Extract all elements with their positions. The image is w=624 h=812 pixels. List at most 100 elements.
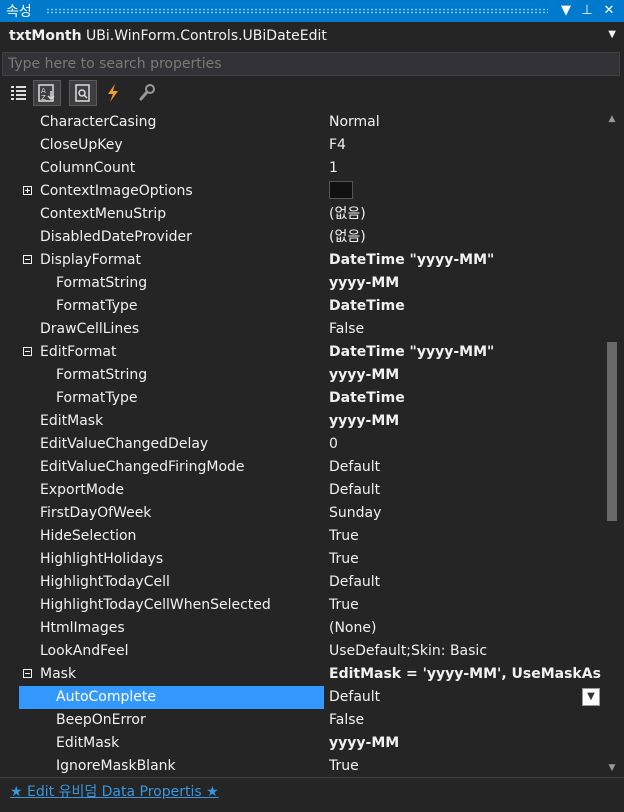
property-name-cell[interactable]: ContextMenuStrip bbox=[19, 203, 324, 226]
property-row[interactable]: HtmlImages (None) bbox=[0, 617, 602, 640]
property-value[interactable]: (없음) bbox=[326, 203, 602, 226]
property-row[interactable]: DisabledDateProvider (없음) bbox=[0, 226, 602, 249]
object-selector[interactable]: txtMonth UBi.WinForm.Controls.UBiDateEdi… bbox=[0, 25, 624, 49]
property-row[interactable]: ContextImageOptions bbox=[0, 180, 602, 203]
property-row[interactable]: DisplayFormat DateTime "yyyy-MM" bbox=[0, 249, 602, 272]
value-dropdown-icon[interactable]: ▼ bbox=[582, 688, 600, 706]
property-name-cell[interactable]: CloseUpKey bbox=[19, 134, 324, 157]
property-row[interactable]: EditMask yyyy-MM bbox=[0, 410, 602, 433]
property-value[interactable]: DateTime bbox=[326, 295, 602, 318]
property-value[interactable]: yyyy-MM bbox=[326, 410, 602, 433]
property-value[interactable]: 0 bbox=[326, 433, 602, 456]
window-position-dropdown-icon[interactable]: ▼ bbox=[555, 0, 577, 22]
property-row[interactable]: Mask EditMask = 'yyyy-MM', UseMaskAsDis bbox=[0, 663, 602, 686]
property-value[interactable]: True bbox=[326, 755, 602, 776]
property-name-cell[interactable]: ExportMode bbox=[19, 479, 324, 502]
property-name-cell[interactable]: DisplayFormat bbox=[19, 249, 324, 272]
property-name-cell[interactable]: HighlightHolidays bbox=[19, 548, 324, 571]
property-value[interactable]: True bbox=[326, 594, 602, 617]
property-value[interactable]: DateTime bbox=[326, 387, 602, 410]
property-row[interactable]: ColumnCount 1 bbox=[0, 157, 602, 180]
property-value[interactable]: Default bbox=[326, 456, 602, 479]
properties-button[interactable] bbox=[69, 80, 97, 106]
property-value[interactable]: DateTime "yyyy-MM" bbox=[326, 249, 602, 272]
property-row[interactable]: FormatString yyyy-MM bbox=[0, 364, 602, 387]
property-name-cell[interactable]: HtmlImages bbox=[19, 617, 324, 640]
property-value[interactable]: (없음) bbox=[326, 226, 602, 249]
property-value[interactable]: 1 bbox=[326, 157, 602, 180]
property-row[interactable]: IgnoreMaskBlank True bbox=[0, 755, 602, 776]
property-name-cell[interactable]: HideSelection bbox=[19, 525, 324, 548]
vertical-scrollbar[interactable]: ▲ ▼ bbox=[603, 111, 621, 776]
property-row[interactable]: CharacterCasing Normal bbox=[0, 111, 602, 134]
property-name-cell[interactable]: ContextImageOptions bbox=[19, 180, 324, 203]
property-value[interactable]: False bbox=[326, 318, 602, 341]
property-name-cell[interactable]: EditMask bbox=[19, 410, 324, 433]
property-row[interactable]: CloseUpKey F4 bbox=[0, 134, 602, 157]
property-row[interactable]: BeepOnError False bbox=[0, 709, 602, 732]
property-value[interactable]: Sunday bbox=[326, 502, 602, 525]
edit-data-properties-link[interactable]: ★ Edit 유비덤 Data Propertis ★ bbox=[10, 781, 219, 801]
property-value[interactable]: DateTime "yyyy-MM" bbox=[326, 341, 602, 364]
property-value[interactable]: False bbox=[326, 709, 602, 732]
property-value[interactable]: True bbox=[326, 548, 602, 571]
property-row[interactable]: FormatString yyyy-MM bbox=[0, 272, 602, 295]
property-name-cell[interactable]: BeepOnError bbox=[19, 709, 324, 732]
property-name-cell[interactable]: HighlightTodayCellWhenSelected bbox=[19, 594, 324, 617]
property-name-cell[interactable]: CharacterCasing bbox=[19, 111, 324, 134]
property-value[interactable]: UseDefault;Skin: Basic bbox=[326, 640, 602, 663]
titlebar-grip[interactable] bbox=[46, 8, 548, 14]
scroll-down-icon[interactable]: ▼ bbox=[603, 760, 621, 776]
chevron-down-icon[interactable]: ▼ bbox=[608, 29, 616, 40]
property-name-cell[interactable]: Mask bbox=[19, 663, 324, 686]
property-value[interactable]: (None) bbox=[326, 617, 602, 640]
property-name-cell[interactable]: IgnoreMaskBlank bbox=[19, 755, 324, 776]
property-value[interactable]: yyyy-MM bbox=[326, 732, 602, 755]
events-button[interactable] bbox=[99, 80, 127, 106]
property-name-cell[interactable]: FormatType bbox=[19, 295, 324, 318]
property-name-cell[interactable]: AutoComplete bbox=[19, 686, 324, 709]
property-value[interactable]: yyyy-MM bbox=[326, 364, 602, 387]
property-name-cell[interactable]: ColumnCount bbox=[19, 157, 324, 180]
property-row[interactable]: HighlightHolidays True bbox=[0, 548, 602, 571]
property-row[interactable]: DrawCellLines False bbox=[0, 318, 602, 341]
property-row[interactable]: HideSelection True bbox=[0, 525, 602, 548]
property-name-cell[interactable]: EditFormat bbox=[19, 341, 324, 364]
property-name-cell[interactable]: LookAndFeel bbox=[19, 640, 324, 663]
property-name-cell[interactable]: HighlightTodayCell bbox=[19, 571, 324, 594]
property-value[interactable]: F4 bbox=[326, 134, 602, 157]
property-row[interactable]: LookAndFeel UseDefault;Skin: Basic bbox=[0, 640, 602, 663]
property-value[interactable]: Default bbox=[326, 479, 602, 502]
property-row[interactable]: EditValueChangedFiringMode Default bbox=[0, 456, 602, 479]
property-row[interactable]: ExportMode Default bbox=[0, 479, 602, 502]
categorized-button[interactable] bbox=[5, 80, 33, 106]
property-value[interactable]: yyyy-MM bbox=[326, 272, 602, 295]
pin-icon[interactable]: ⊥ bbox=[576, 0, 598, 22]
property-name-cell[interactable]: DrawCellLines bbox=[19, 318, 324, 341]
property-value[interactable]: Normal bbox=[326, 111, 602, 134]
scroll-up-icon[interactable]: ▲ bbox=[603, 111, 621, 127]
property-value[interactable]: EditMask = 'yyyy-MM', UseMaskAsDis bbox=[326, 663, 602, 686]
property-row[interactable]: EditFormat DateTime "yyyy-MM" bbox=[0, 341, 602, 364]
property-pages-button[interactable] bbox=[133, 80, 161, 106]
property-name-cell[interactable]: FormatString bbox=[19, 272, 324, 295]
close-icon[interactable]: ✕ bbox=[598, 0, 620, 22]
property-row[interactable]: AutoComplete Default ▼ bbox=[0, 686, 602, 709]
property-name-cell[interactable]: FormatType bbox=[19, 387, 324, 410]
scrollbar-thumb[interactable] bbox=[607, 342, 617, 521]
property-name-cell[interactable]: DisabledDateProvider bbox=[19, 226, 324, 249]
property-row[interactable]: EditMask yyyy-MM bbox=[0, 732, 602, 755]
alphabetical-button[interactable]: A Z bbox=[33, 80, 61, 106]
property-name-cell[interactable]: EditMask bbox=[19, 732, 324, 755]
property-row[interactable]: HighlightTodayCellWhenSelected True bbox=[0, 594, 602, 617]
property-value[interactable]: Default ▼ bbox=[326, 686, 602, 709]
property-row[interactable]: FirstDayOfWeek Sunday bbox=[0, 502, 602, 525]
property-name-cell[interactable]: EditValueChangedDelay bbox=[19, 433, 324, 456]
property-value[interactable]: True bbox=[326, 525, 602, 548]
search-input[interactable] bbox=[2, 52, 620, 76]
property-name-cell[interactable]: FirstDayOfWeek bbox=[19, 502, 324, 525]
property-row[interactable]: ContextMenuStrip (없음) bbox=[0, 203, 602, 226]
property-name-cell[interactable]: FormatString bbox=[19, 364, 324, 387]
property-value[interactable] bbox=[326, 180, 602, 203]
property-name-cell[interactable]: EditValueChangedFiringMode bbox=[19, 456, 324, 479]
